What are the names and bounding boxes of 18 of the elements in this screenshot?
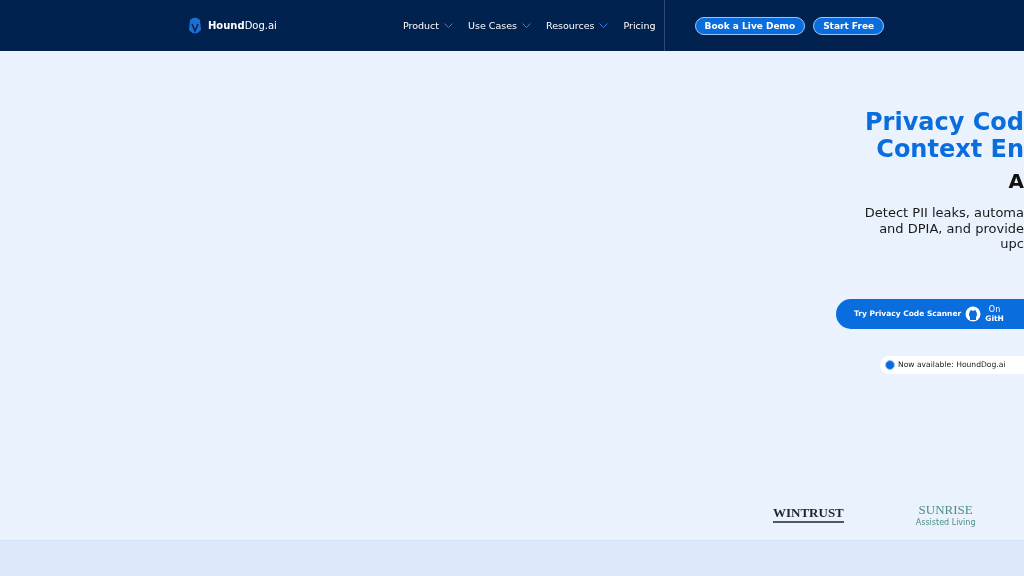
customer-logo: SUNRISE Assisted Living — [915, 501, 976, 527]
hero-title: Privacy Cod — [865, 109, 1024, 136]
start-free-button[interactable]: Start Free — [813, 16, 885, 35]
hero-title: Context En — [876, 136, 1024, 163]
hero-subtitle: A — [1008, 169, 1024, 193]
hero-description: upc — [1000, 236, 1024, 252]
hero-description: and DPIA, and provide — [879, 220, 1024, 236]
book-demo-button[interactable]: Book a Live Demo — [694, 16, 806, 35]
status-dot-icon — [885, 359, 895, 370]
hound-logo-icon — [187, 15, 203, 36]
hero-description: Detect PII leaks, automa — [864, 205, 1024, 221]
github-icon — [965, 305, 982, 322]
nav-menu-item[interactable]: Product — [402, 20, 453, 31]
logo-text[interactable]: HoundDog.ai — [208, 20, 277, 31]
customer-logo: WINTRUST — [773, 505, 844, 523]
nav-menu-item[interactable]: Pricing — [623, 20, 656, 31]
nav-menu-item[interactable]: Resources — [545, 20, 609, 31]
nav-menu-item[interactable]: Use Cases — [468, 20, 531, 31]
